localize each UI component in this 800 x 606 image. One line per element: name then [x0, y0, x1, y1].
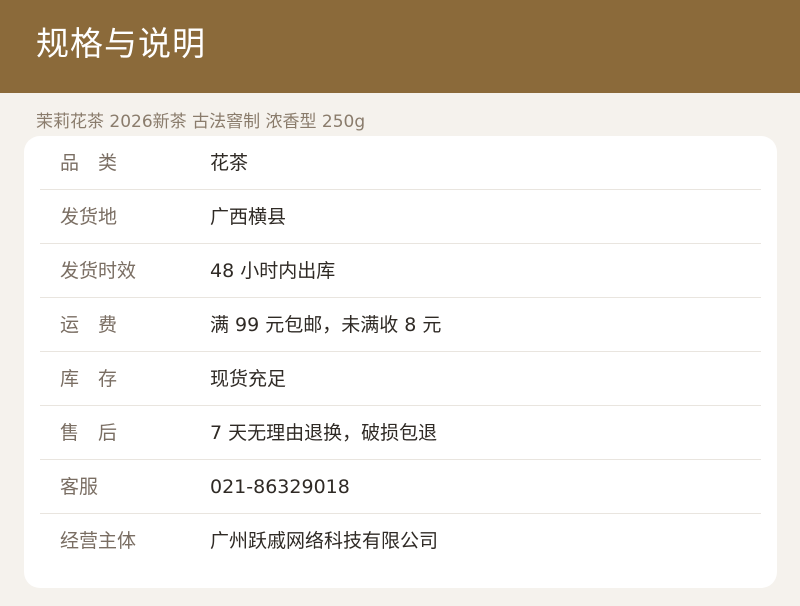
spec-row-origin: 发货地 广西横县 — [40, 190, 761, 244]
spec-row-after-sales: 售 后 7 天无理由退换，破损包退 — [40, 406, 761, 460]
spec-value: 7 天无理由退换，破损包退 — [210, 422, 438, 444]
spec-label: 库 存 — [60, 368, 118, 390]
spec-label: 品 类 — [60, 152, 118, 174]
spec-label: 客服 — [60, 476, 99, 498]
spec-value: 现货充足 — [210, 368, 287, 390]
spec-value: 48 小时内出库 — [210, 260, 336, 282]
spec-value: 满 99 元包邮，未满收 8 元 — [210, 314, 442, 336]
page-title: 规格与说明 — [36, 24, 206, 63]
spec-value: 021-86329018 — [210, 476, 350, 498]
spec-label: 经营主体 — [60, 530, 137, 552]
spec-label: 发货时效 — [60, 260, 137, 282]
product-subtitle: 茉莉花茶 2026新茶 古法窨制 浓香型 250g — [36, 112, 366, 132]
spec-row-customer-service: 客服 021-86329018 — [40, 460, 761, 514]
spec-value: 广州跃戚网络科技有限公司 — [210, 530, 439, 552]
spec-row-shipping-fee: 运 费 满 99 元包邮，未满收 8 元 — [40, 298, 761, 352]
spec-value: 花茶 — [210, 152, 249, 174]
spec-row-shipping-time: 发货时效 48 小时内出库 — [40, 244, 761, 298]
spec-row-operator: 经营主体 广州跃戚网络科技有限公司 — [40, 514, 761, 568]
spec-label: 运 费 — [60, 314, 118, 336]
spec-label: 发货地 — [60, 206, 118, 228]
spec-value: 广西横县 — [210, 206, 287, 228]
page-header: 规格与说明 — [0, 0, 800, 93]
spec-row-category: 品 类 花茶 — [40, 136, 761, 190]
spec-row-stock: 库 存 现货充足 — [40, 352, 761, 406]
spec-card: 品 类 花茶 发货地 广西横县 发货时效 48 小时内出库 运 费 满 99 元… — [24, 136, 777, 588]
spec-label: 售 后 — [60, 422, 118, 444]
